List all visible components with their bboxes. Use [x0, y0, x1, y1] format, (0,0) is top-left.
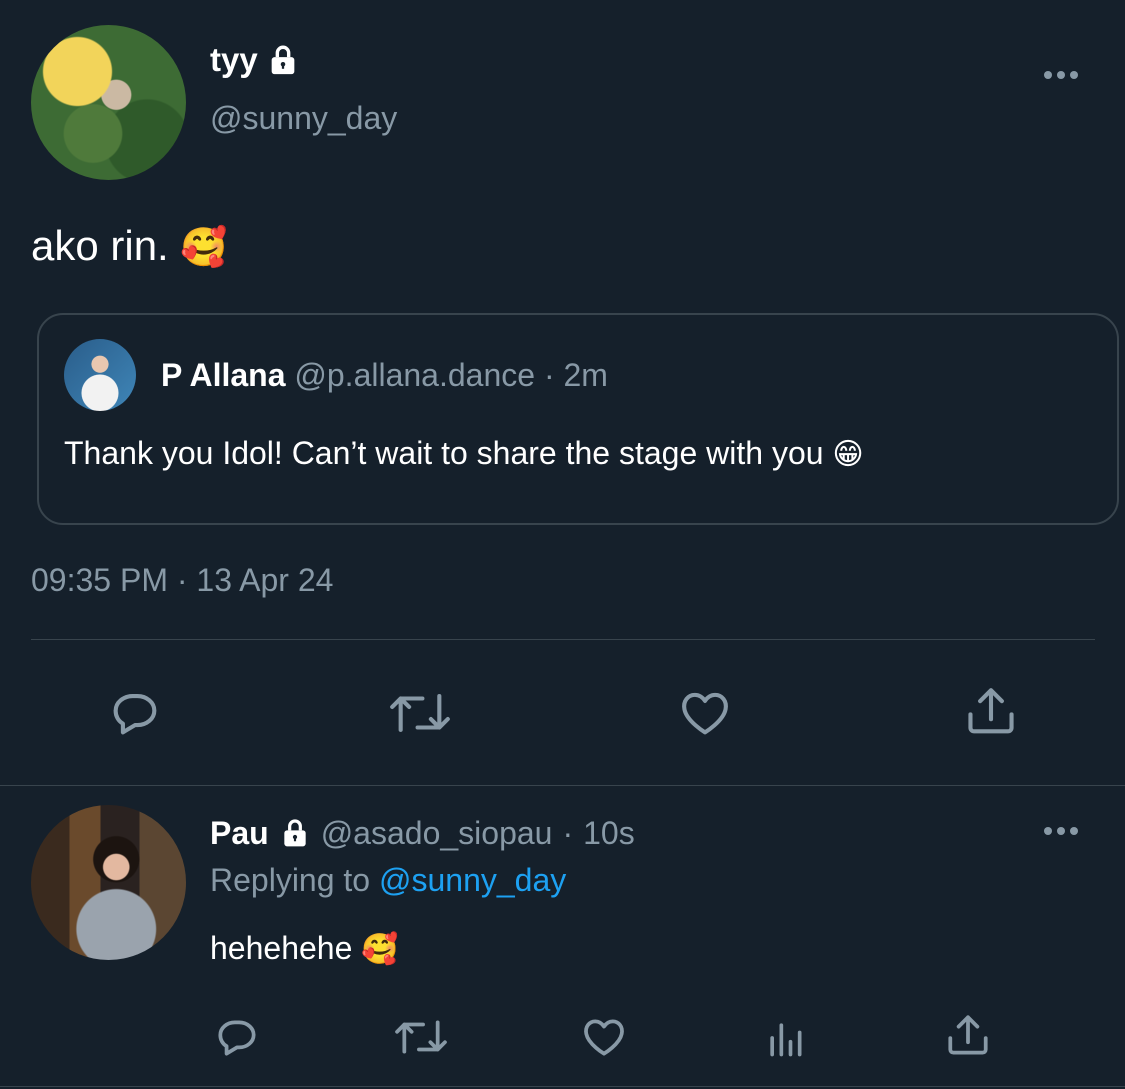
analytics-icon[interactable]	[763, 1016, 807, 1060]
tweet-text-body: ako rin.	[31, 222, 169, 269]
share-icon[interactable]	[943, 1010, 993, 1062]
reply-text: hehehehe	[210, 930, 353, 966]
separator-dot: ·	[562, 814, 574, 851]
author-handle[interactable]: @sunny_day	[210, 100, 397, 137]
smiling-face-with-hearts-emoji: 🥰	[180, 227, 228, 269]
lock-icon	[266, 43, 300, 77]
author-avatar[interactable]	[31, 25, 186, 180]
quoted-author-handle: @p.allana.dance	[294, 357, 536, 393]
smiling-face-with-hearts-emoji: 🥰	[361, 933, 399, 966]
quoted-text: Thank you Idol! Can’t wait to share the …	[64, 435, 824, 471]
reply-author-handle[interactable]: @asado_siopau	[321, 815, 553, 852]
retweet-icon[interactable]	[385, 684, 455, 742]
quoted-author-avatar	[64, 339, 136, 411]
quoted-time: 2m	[563, 357, 608, 393]
replying-to-label: Replying to	[210, 862, 371, 898]
more-horizontal-icon[interactable]	[1040, 816, 1084, 846]
replying-to-link[interactable]: @sunny_day	[379, 862, 566, 898]
like-icon[interactable]	[578, 1012, 630, 1062]
reply-author-avatar[interactable]	[31, 805, 186, 960]
retweet-icon[interactable]	[391, 1012, 451, 1062]
quoted-author-name: P Allana	[161, 357, 286, 393]
quoted-tweet-card[interactable]: P Allana @p.allana.dance · 2m Thank you …	[37, 313, 1119, 525]
reply-author-name[interactable]: Pau	[210, 815, 269, 852]
divider	[0, 785, 1125, 786]
separator-dot: ·	[543, 357, 555, 393]
reply-icon[interactable]	[106, 684, 164, 742]
more-horizontal-icon[interactable]	[1040, 60, 1084, 90]
tweet-timestamp[interactable]: 09:35 PM · 13 Apr 24	[31, 562, 333, 599]
reply-time[interactable]: 10s	[583, 815, 635, 852]
author-display-name[interactable]: tyy	[210, 41, 258, 79]
share-icon[interactable]	[962, 682, 1020, 742]
grinning-face-emoji: 😁	[832, 438, 864, 471]
like-icon[interactable]	[674, 684, 736, 742]
divider	[31, 639, 1095, 640]
tweet-text: ako rin. 🥰	[31, 222, 228, 272]
divider	[0, 1086, 1125, 1087]
lock-icon	[279, 817, 311, 849]
reply-icon[interactable]	[212, 1012, 262, 1062]
